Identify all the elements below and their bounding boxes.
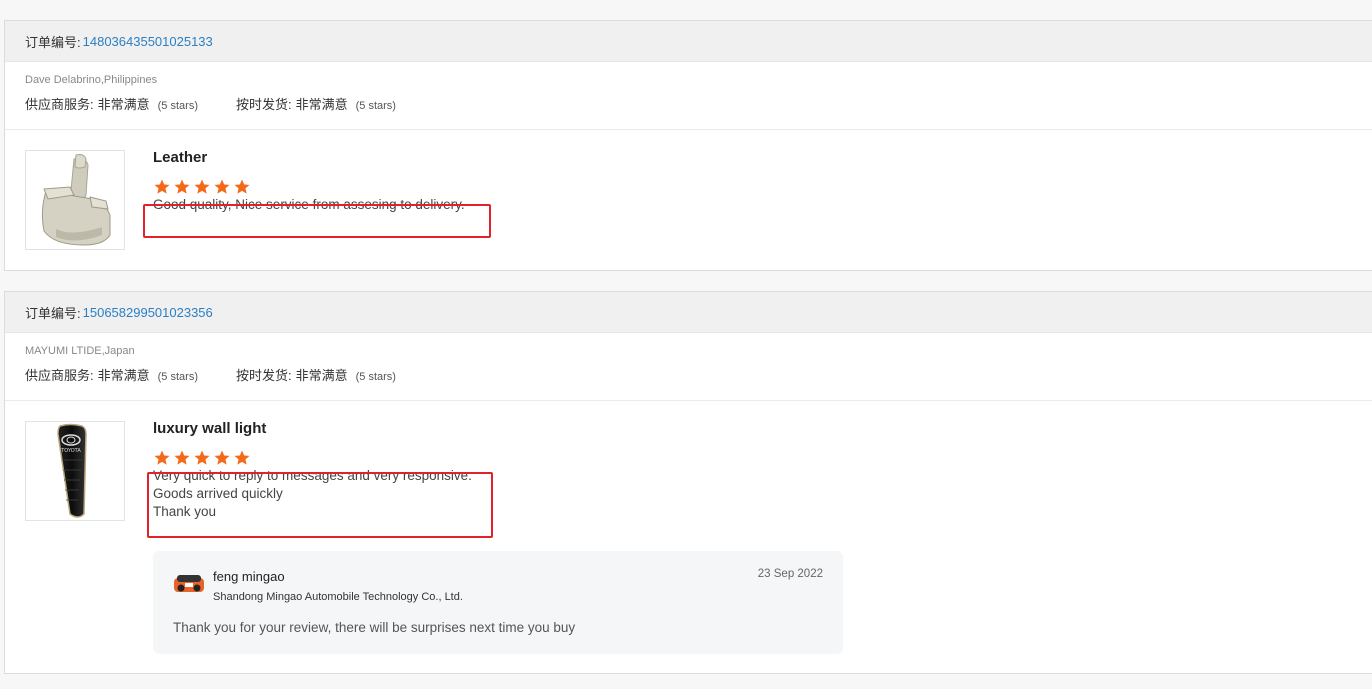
- star-rating: [153, 178, 465, 196]
- supplier-service-label: 供应商服务:: [25, 97, 94, 112]
- supplier-service-value: 非常满意: [97, 97, 150, 112]
- order-number-link[interactable]: 148036435501025133: [83, 34, 213, 49]
- order-header: 订单编号: 148036435501025133: [5, 21, 1372, 62]
- supplier-service-rating: 供应商服务: 非常满意 (5 stars): [25, 365, 198, 400]
- on-time-delivery-stars: (5 stars): [355, 100, 396, 112]
- order-number-label: 订单编号:: [25, 305, 81, 321]
- star-icon: [154, 450, 170, 465]
- supplier-service-stars: (5 stars): [157, 371, 198, 383]
- star-icon: [194, 450, 210, 465]
- buyer-name: Dave Delabrino,Philippines: [25, 74, 158, 86]
- supplier-company: Shandong Mingao Automobile Technology Co…: [213, 591, 463, 603]
- ratings-row: 供应商服务: 非常满意 (5 stars) 按时发货: 非常满意 (5 star…: [5, 360, 1372, 401]
- reply-date: 23 Sep 2022: [757, 568, 823, 580]
- svg-text:TOYOTA: TOYOTA: [60, 448, 81, 454]
- ratings-row: 供应商服务: 非常满意 (5 stars) 按时发货: 非常满意 (5 star…: [5, 89, 1372, 130]
- buyer-name: MAYUMI LTIDE,Japan: [25, 345, 135, 357]
- product-review: TOYOTA luxury wall light Very quick to r…: [5, 401, 1372, 521]
- supplier-avatar-icon: [173, 574, 205, 596]
- star-icon: [194, 179, 210, 194]
- supplier-service-label: 供应商服务:: [25, 368, 94, 383]
- star-icon: [174, 450, 190, 465]
- supplier-reply: feng mingao Shandong Mingao Automobile T…: [153, 551, 843, 654]
- order-number-link[interactable]: 150658299501023356: [83, 305, 213, 320]
- star-icon: [214, 450, 230, 465]
- on-time-delivery-label: 按时发货:: [235, 97, 292, 112]
- order-number-label: 订单编号:: [25, 34, 81, 50]
- star-icon: [214, 179, 230, 194]
- on-time-delivery-rating: 按时发货: 非常满意 (5 stars): [236, 365, 396, 400]
- star-icon: [174, 179, 190, 194]
- star-icon: [154, 179, 170, 194]
- on-time-delivery-label: 按时发货:: [235, 368, 292, 383]
- on-time-delivery-rating: 按时发货: 非常满意 (5 stars): [236, 94, 396, 129]
- on-time-delivery-value: 非常满意: [295, 368, 348, 383]
- product-name[interactable]: Leather: [153, 149, 465, 169]
- on-time-delivery-value: 非常满意: [295, 97, 348, 112]
- supplier-service-rating: 供应商服务: 非常满意 (5 stars): [25, 94, 198, 129]
- product-review: Leather Good quality, Nice service from …: [5, 130, 1372, 250]
- product-name[interactable]: luxury wall light: [153, 420, 472, 440]
- review-highlight-box: [147, 472, 493, 538]
- star-icon: [234, 179, 250, 194]
- review-highlight-box: [143, 204, 491, 238]
- star-icon: [234, 450, 250, 465]
- toyota-wall-light-image[interactable]: TOYOTA: [25, 421, 125, 521]
- star-rating: [153, 449, 472, 467]
- car-seat-image[interactable]: [25, 150, 125, 250]
- on-time-delivery-stars: (5 stars): [355, 371, 396, 383]
- supplier-service-value: 非常满意: [97, 368, 150, 383]
- supplier-name: feng mingao: [213, 569, 285, 584]
- reply-text: Thank you for your review, there will be…: [173, 620, 576, 635]
- supplier-service-stars: (5 stars): [157, 100, 198, 112]
- order-header: 订单编号: 150658299501023356: [5, 292, 1372, 333]
